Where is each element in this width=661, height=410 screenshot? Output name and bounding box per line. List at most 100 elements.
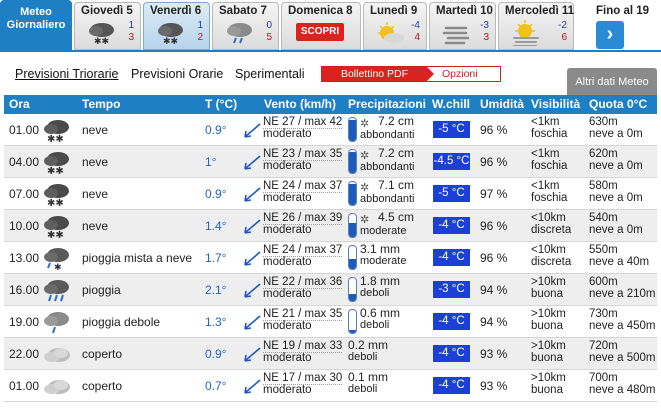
day-tab-max: 3 [128,32,134,43]
wind-strength: moderato [263,128,312,140]
temperature-cell: 2.1° [205,283,227,297]
fino-al-19-tab[interactable]: Fino al 19 › [588,2,661,50]
visibility-cell: >10km buona [531,308,566,332]
freezing-level: 630m [589,116,618,128]
weather-description: coperto [82,379,123,393]
day-tab-giovedi[interactable]: Giovedì 5 ✱✱ 1 3 [74,2,141,50]
precipitation-amount: 3.1 mm [360,242,401,256]
visibility-cell: >10km buona [531,276,566,300]
table-row: 19.00 pioggia debole 1.3° NE 21 / max 35 mod… [4,306,657,338]
day-tab-sabato[interactable]: Sabato 7 0 5 [212,2,279,50]
fog-icon [442,26,470,45]
day-tab-domenica[interactable]: Domenica 8 SCOPRI [281,2,361,50]
precipitation-amount: 0.6 mm [360,306,401,320]
sun-cloud-icon [378,22,404,43]
wind-strength: moderato [263,160,312,172]
freezing-level-cell: 580m neve a 0m [589,180,643,204]
precipitation-gauge [348,181,357,206]
snow-cloud-icon: ✱✱ [44,152,69,175]
svg-text:✱: ✱ [54,263,62,271]
day-tab-lunedi[interactable]: Lunedì 9 -4 4 [363,2,427,50]
precipitation-intensity: abbondanti [360,193,415,205]
snow-level: neve a 40m [589,256,650,268]
next-arrow-icon[interactable]: › [596,21,624,49]
freezing-level: 700m [589,372,618,384]
precipitation-gauge-fill [349,184,356,205]
visibility-quality: discreta [531,256,572,268]
visibility-cell: <1km foschia [531,180,567,204]
precipitation-intensity: moderate [360,225,407,237]
precipitation-cell: 0.1 mm deboli [348,371,388,395]
temperature-cell: 1° [205,155,217,169]
tab-previsioni-orarie[interactable]: Previsioni Orarie [131,67,223,81]
weather-description: pioggia debole [82,315,161,329]
freezing-level: 720m [589,340,618,352]
precipitation-gauge-fill [349,258,356,269]
precipitation-intensity: deboli [348,351,378,363]
table-row: 01.00 ✱✱ neve 0.9° NE 27 / max 42 moderato ✲ 7.… [4,114,657,146]
precipitation-gauge [348,117,357,142]
visibility-cell: <1km foschia [531,116,567,140]
fino-label: Fino al 19 [596,5,650,17]
day-tab-martedi[interactable]: Martedì 10 -3 3 [429,2,496,50]
freezing-level: 730m [589,308,618,320]
wind-chill-badge: -4 °C [433,313,470,330]
snow-cloud-icon: ✱✱ [89,23,114,46]
altri-dati-meteo-button[interactable]: Altri dati Meteo [567,68,657,96]
snow-cloud-icon: ✱✱ [44,216,69,239]
tab-sperimentali[interactable]: Sperimentali [235,67,304,81]
visibility-quality: buona [531,288,563,300]
visibility-quality: buona [531,384,563,396]
precipitation-gauge [348,149,357,174]
wind-chill-badge: -4 °C [433,217,470,234]
snowflake-icon: ✲ [360,181,369,193]
opzioni-button[interactable]: Opzioni [442,67,478,81]
header-ora: Ora [9,97,30,111]
meteo-tab-line2: Giornaliero [6,19,66,31]
wind-direction-arrow-icon [244,315,261,330]
scopri-button[interactable]: SCOPRI [296,23,344,41]
precipitation-intensity: abbondanti [360,129,415,141]
wind-direction-arrow-icon [244,187,261,202]
header-wind-chill: W.chill [432,97,471,111]
freezing-level-cell: 540m neve a 0m [589,212,643,236]
snowflake-icon: ✲ [360,213,369,225]
day-tab-mercoledi[interactable]: Mercoledì 11 -2 6 [498,2,574,50]
precipitation-amount: 7.2 cm [378,146,415,161]
precipitation-gauge-fill [349,151,356,173]
humidity-cell: 93 % [480,379,508,393]
precipitation-intensity: deboli [348,383,378,395]
meteo-tab-line1: Meteo [20,6,52,18]
tab-previsioni-triorarie[interactable]: Previsioni Triorarie [15,67,119,81]
table-header: Ora Tempo T (°C) Vento (km/h) Precipitaz… [4,95,657,114]
precipitation-gauge [348,213,357,238]
visibility-range: >10km [531,308,566,320]
snow-cloud-icon: ✱✱ [44,184,69,207]
day-tab-venerdi[interactable]: Venerdì 6 ✱✱ 1 2 [143,2,210,50]
freezing-level-cell: 620m neve a 0m [589,148,643,172]
header-temp: T (°C) [205,97,238,111]
sun-fog-icon [513,20,539,46]
precipitation-cell: ✲ 4.5 cm moderate [360,211,414,237]
day-tab-label: Martedì 10 [436,5,493,17]
day-tab-max: 2 [197,32,203,43]
wind-strength: moderato [263,224,312,236]
day-tab-max: 3 [483,32,489,43]
table-row: 13.00 ✱ pioggia mista a neve 1.7° NE 24 / ma… [4,242,657,274]
bollettino-pdf-button[interactable]: Bollettino PDF [322,67,427,81]
snowflake-icon: ✲ [360,117,369,129]
arrow-right-icon [427,67,434,81]
visibility-quality: buona [531,320,563,332]
wind-chill-badge: -4 °C [433,249,470,266]
visibility-range: <10km [531,244,566,256]
time-cell: 13.00 [9,251,40,265]
day-tab-label: Mercoledì 11 [505,5,575,17]
time-cell: 07.00 [9,187,40,201]
wind-cell: NE 19 / max 33 moderato [263,340,343,364]
humidity-cell: 96 % [480,251,508,265]
time-cell: 19.00 [9,315,40,329]
table-row: 16.00 pioggia 2.1° NE 22 / max 36 moderato 1.… [4,274,657,306]
meteo-giornaliero-tab[interactable]: Meteo Giornaliero [0,0,72,52]
visibility-quality: foschia [531,128,568,140]
overcast-icon [44,348,70,362]
